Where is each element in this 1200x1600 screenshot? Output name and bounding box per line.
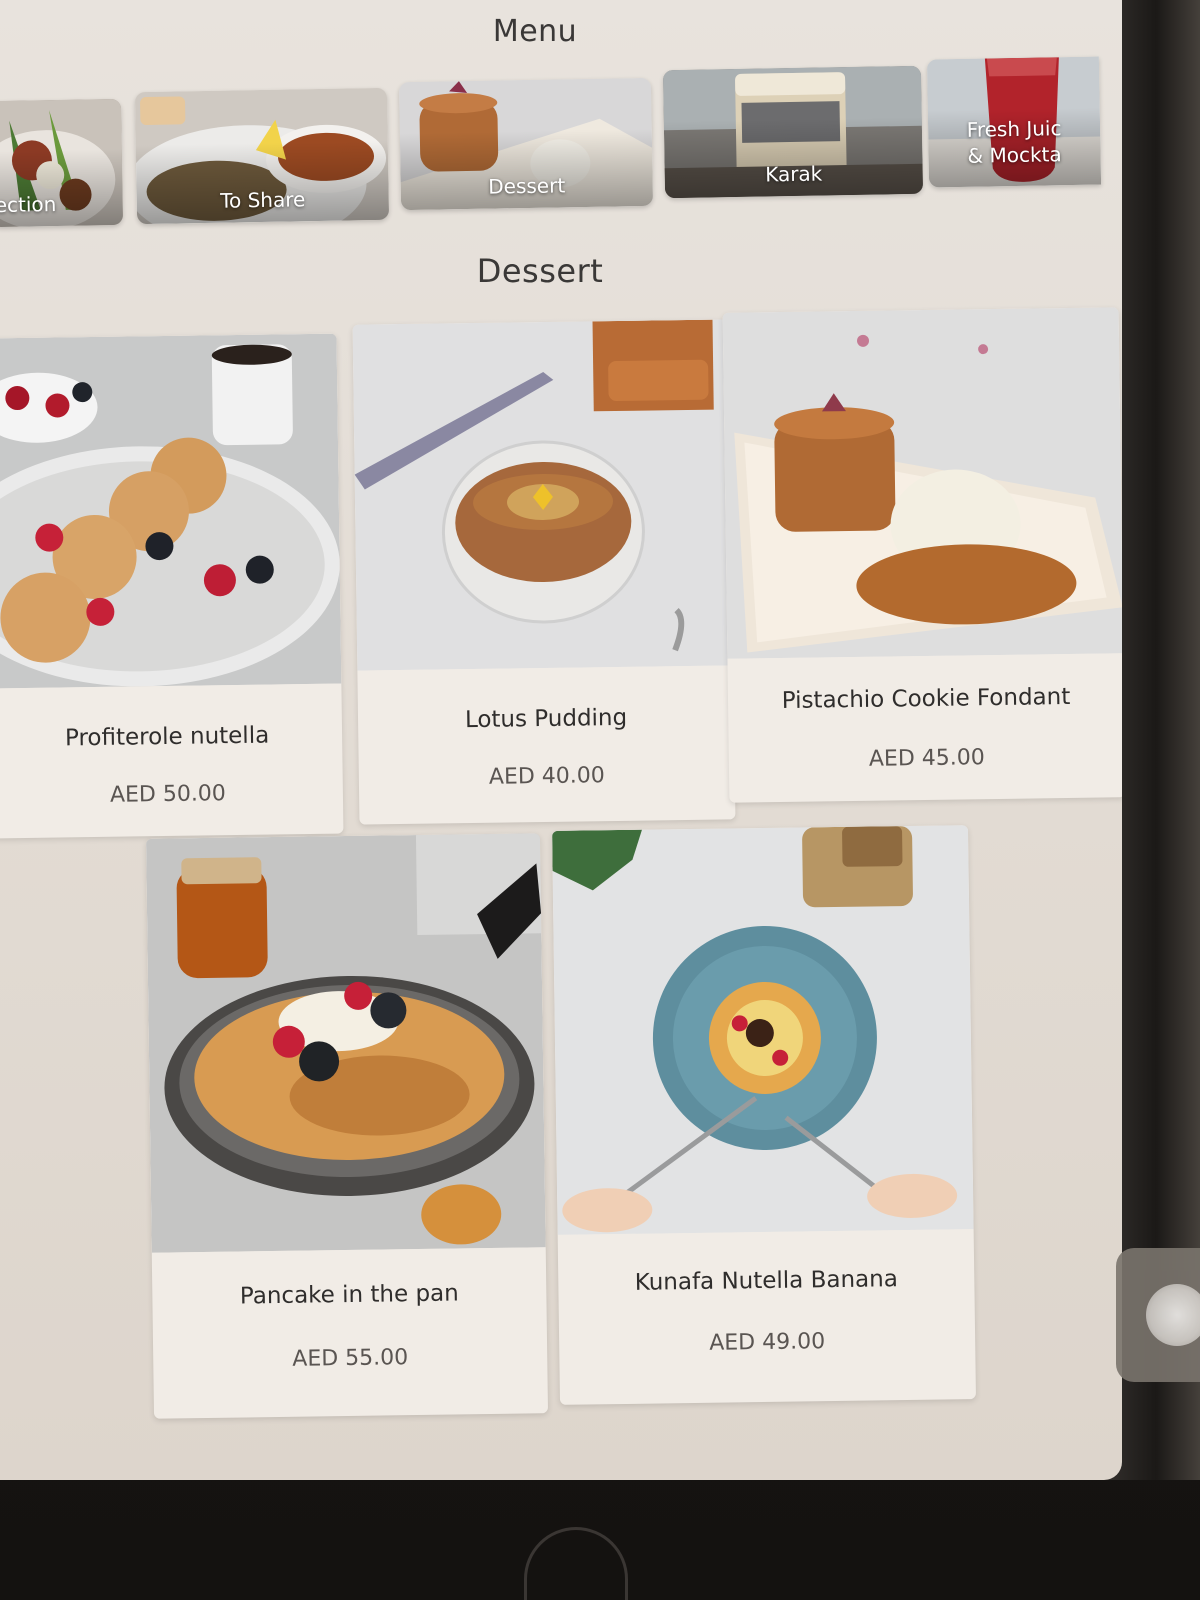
category-karak[interactable]: Karak bbox=[662, 65, 924, 199]
category-dessert[interactable]: Dessert bbox=[398, 77, 654, 211]
product-price: AED 55.00 bbox=[292, 1345, 409, 1372]
page-title: Menu bbox=[492, 14, 578, 49]
product-name: Pistachio Cookie Fondant bbox=[781, 683, 1071, 714]
product-price: AED 45.00 bbox=[868, 745, 985, 772]
category-to-share[interactable]: To Share bbox=[134, 87, 390, 225]
tablet-device: Menu ection To Share Dessert Karak Fresh… bbox=[0, 0, 1200, 1600]
category-label: ection bbox=[0, 192, 57, 218]
category-fresh-juice[interactable]: Fresh Juic & Mockta bbox=[926, 56, 1102, 188]
product-card-lotus-pudding[interactable]: Lotus Pudding AED 40.00 bbox=[352, 319, 736, 825]
product-name: Pancake in the pan bbox=[239, 1280, 459, 1310]
product-name: Profiterole nutella bbox=[64, 722, 270, 752]
product-card-pistachio-fondant[interactable]: Pistachio Cookie Fondant AED 45.00 bbox=[722, 307, 1122, 803]
category-label: Fresh Juic & Mockta bbox=[966, 116, 1062, 168]
profiterole-photo bbox=[0, 333, 342, 689]
product-name: Kunafa Nutella Banana bbox=[634, 1266, 899, 1296]
product-card-kunafa[interactable]: Kunafa Nutella Banana AED 49.00 bbox=[552, 825, 976, 1405]
lotus-pudding-photo bbox=[352, 319, 734, 671]
category-selection[interactable]: ection bbox=[0, 98, 124, 228]
pancake-pan-photo bbox=[145, 833, 546, 1253]
menu-screen: Menu ection To Share Dessert Karak Fresh… bbox=[0, 0, 1122, 1480]
category-label: To Share bbox=[219, 187, 306, 213]
product-card-pancake[interactable]: Pancake in the pan AED 55.00 bbox=[145, 833, 549, 1419]
product-price: AED 40.00 bbox=[488, 763, 605, 790]
kunafa-banana-photo bbox=[552, 825, 974, 1235]
product-price: AED 50.00 bbox=[109, 781, 227, 808]
home-button[interactable] bbox=[524, 1527, 628, 1600]
category-label: Dessert bbox=[488, 173, 566, 199]
pistachio-fondant-photo bbox=[722, 307, 1122, 659]
assistive-touch-button[interactable] bbox=[1116, 1248, 1200, 1382]
assistive-touch-icon bbox=[1146, 1284, 1200, 1346]
category-label: Karak bbox=[764, 161, 823, 187]
product-name: Lotus Pudding bbox=[464, 704, 628, 734]
section-title: Dessert bbox=[476, 252, 604, 290]
product-price: AED 49.00 bbox=[709, 1329, 826, 1356]
product-card-profiterole[interactable]: Profiterole nutella AED 50.00 bbox=[0, 333, 344, 839]
